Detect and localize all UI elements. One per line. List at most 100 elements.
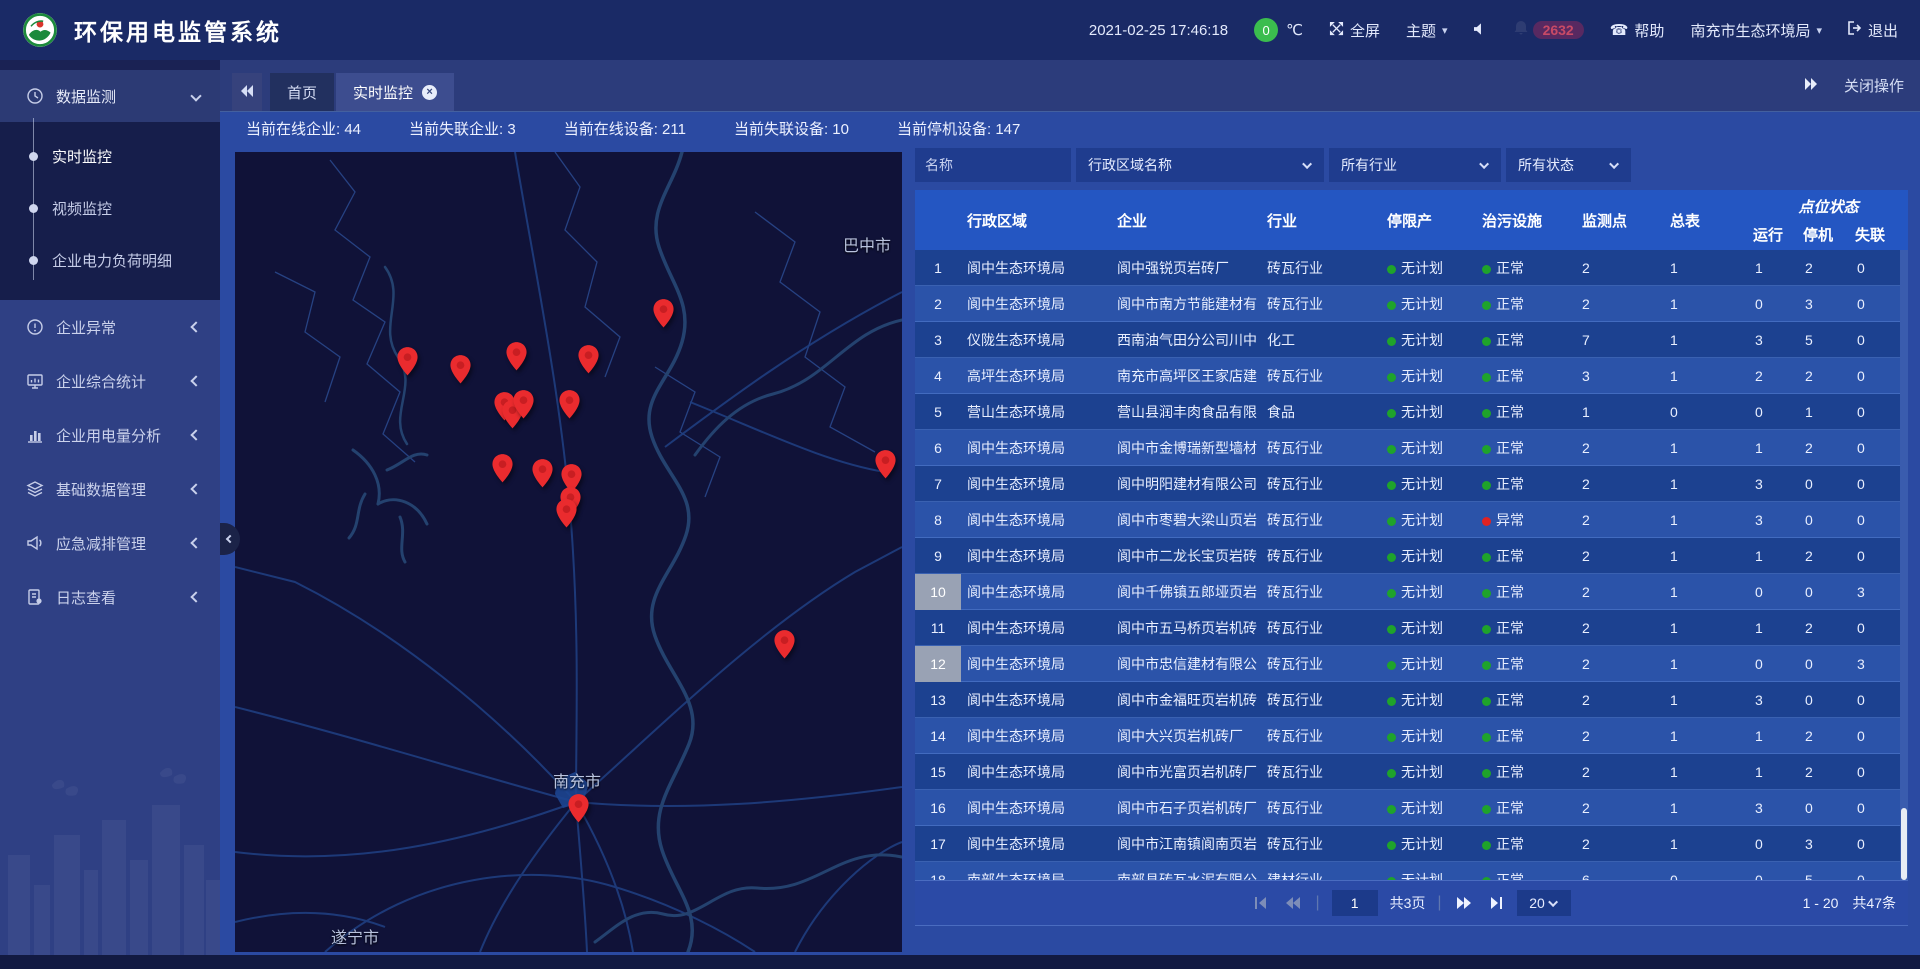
theme-button[interactable]: 主题 ▾ [1406, 20, 1448, 41]
tabs-scroll-left-button[interactable] [232, 73, 262, 111]
cell-total-meter: 1 [1664, 764, 1749, 780]
page-number-input[interactable] [1332, 890, 1378, 916]
status-dot-green-icon [1387, 841, 1396, 850]
cell-limit-production: 无计划 [1381, 726, 1476, 746]
map-pin-icon[interactable] [396, 346, 419, 377]
table-row[interactable]: 7阆中生态环境局阆中明阳建材有限公司砖瓦行业无计划正常21300 [915, 466, 1908, 502]
tabs-scroll-right-button[interactable] [1804, 78, 1818, 93]
map-pin-icon[interactable] [531, 458, 554, 489]
sidebar-subitem-power-load-detail[interactable]: 企业电力负荷明细 [0, 234, 220, 286]
mute-button[interactable] [1474, 22, 1487, 39]
map-pin-icon[interactable] [512, 389, 535, 420]
cell-limit-production: 无计划 [1381, 798, 1476, 818]
status-dot-green-icon [1387, 337, 1396, 346]
chevron-left-icon [190, 375, 201, 386]
map[interactable]: 巴中市南充市遂宁市 [235, 152, 902, 952]
sidebar-item-log-view[interactable]: 日志查看 [0, 570, 220, 624]
cell-facility: 正常 [1476, 402, 1576, 422]
table-row[interactable]: 3仪陇生态环境局西南油气田分公司川中化工无计划正常71350 [915, 322, 1908, 358]
col-enterprise: 企业 [1111, 190, 1261, 250]
logout-button[interactable]: 退出 [1848, 20, 1898, 41]
page-size-select[interactable]: 20 [1517, 890, 1571, 916]
table-scrollbar [1900, 250, 1908, 880]
table-row[interactable]: 14阆中生态环境局阆中大兴页岩机砖厂砖瓦行业无计划正常21120 [915, 718, 1908, 754]
cell-industry: 砖瓦行业 [1261, 654, 1381, 674]
sidebar-item-power-analysis[interactable]: 企业用电量分析 [0, 408, 220, 462]
scrollbar-thumb[interactable] [1901, 808, 1907, 880]
cell-facility: 正常 [1476, 726, 1576, 746]
map-pin-icon[interactable] [874, 449, 897, 480]
next-page-button[interactable] [1454, 895, 1474, 911]
org-menu[interactable]: 南充市生态环境局 ▾ [1690, 20, 1822, 41]
cell-limit-production: 无计划 [1381, 654, 1476, 674]
last-page-button[interactable] [1486, 895, 1505, 911]
table-row[interactable]: 8阆中生态环境局阆中市枣碧大梁山页岩砖瓦行业无计划异常21300 [915, 502, 1908, 538]
status-filter-select[interactable]: 所有状态 [1506, 148, 1631, 182]
sidebar-item-label: 基础数据管理 [56, 479, 146, 500]
sidebar-item-base-data[interactable]: 基础数据管理 [0, 462, 220, 516]
cell-limit-production: 无计划 [1381, 366, 1476, 386]
table-row[interactable]: 12阆中生态环境局阆中市忠信建材有限公砖瓦行业无计划正常21003 [915, 646, 1908, 682]
map-pin-icon[interactable] [652, 298, 675, 329]
tab-realtime-monitor[interactable]: 实时监控× [336, 73, 454, 111]
first-page-button[interactable] [1252, 895, 1271, 911]
close-operations-button[interactable]: 关闭操作 [1844, 75, 1904, 96]
table-row[interactable]: 13阆中生态环境局阆中市金福旺页岩机砖砖瓦行业无计划正常21300 [915, 682, 1908, 718]
map-pin-icon[interactable] [773, 629, 796, 660]
table-row[interactable]: 5营山生态环境局营山县润丰肉食品有限食品无计划正常10010 [915, 394, 1908, 430]
name-filter-input[interactable] [915, 148, 1071, 182]
map-pin-icon[interactable] [577, 344, 600, 375]
table-row[interactable]: 6阆中生态环境局阆中市金博瑞新型墙材砖瓦行业无计划正常21120 [915, 430, 1908, 466]
help-button[interactable]: ☎ 帮助 [1610, 20, 1665, 41]
cell-industry: 砖瓦行业 [1261, 582, 1381, 602]
table-row[interactable]: 18南部生态环境局南部县砖瓦水泥有限公建材行业无计划正常60050 [915, 862, 1908, 880]
stats-board-icon [26, 372, 44, 390]
table-row[interactable]: 11阆中生态环境局阆中市五马桥页岩机砖砖瓦行业无计划正常21120 [915, 610, 1908, 646]
table-row[interactable]: 16阆中生态环境局阆中市石子页岩机砖厂砖瓦行业无计划正常21300 [915, 790, 1908, 826]
map-pin-icon[interactable] [449, 354, 472, 385]
status-dot-green-icon [1482, 769, 1491, 778]
map-pin-icon[interactable] [491, 453, 514, 484]
sidebar-item-data-monitoring[interactable]: 数据监测 [0, 70, 220, 122]
table-row[interactable]: 2阆中生态环境局阆中市南方节能建材有砖瓦行业无计划正常21030 [915, 286, 1908, 322]
app-root: 环保用电监管系统 2021-02-25 17:46:18 0 ℃ 全屏 主题 ▾ [0, 0, 1920, 969]
footer-strip [0, 955, 1920, 969]
notifications-button[interactable]: 2632 [1513, 20, 1584, 40]
col-industry: 行业 [1261, 190, 1381, 250]
prev-page-button[interactable] [1283, 895, 1303, 911]
sidebar-subitem-video-monitor[interactable]: 视频监控 [0, 182, 220, 234]
col-offline: 失联 [1851, 218, 1908, 250]
status-dot-green-icon [1387, 445, 1396, 454]
fullscreen-button[interactable]: 全屏 [1329, 20, 1380, 41]
col-group-point-status: 点位状态 [1749, 190, 1908, 218]
table-row[interactable]: 4高坪生态环境局南充市高坪区王家店建砖瓦行业无计划正常31220 [915, 358, 1908, 394]
tab-home[interactable]: 首页 [270, 73, 334, 111]
map-pin-icon[interactable] [555, 498, 578, 529]
map-pin-icon[interactable] [505, 341, 528, 372]
region-filter-select[interactable]: 行政区域名称 [1076, 148, 1324, 182]
cell-industry: 砖瓦行业 [1261, 294, 1381, 314]
fullscreen-icon [1329, 21, 1344, 40]
tab-close-icon[interactable]: × [422, 85, 437, 100]
tree-dot-icon [29, 152, 38, 161]
cell-enterprise: 南充市高坪区王家店建 [1111, 366, 1261, 386]
industry-filter-select[interactable]: 所有行业 [1329, 148, 1501, 182]
stat-online-enterprises: 当前在线企业: 44 [246, 118, 361, 139]
table-row[interactable]: 9阆中生态环境局阆中市二龙长宝页岩砖砖瓦行业无计划正常21120 [915, 538, 1908, 574]
sidebar-item-enterprise-statistics[interactable]: 企业综合统计 [0, 354, 220, 408]
table-row[interactable]: 15阆中生态环境局阆中市光富页岩机砖厂砖瓦行业无计划正常21120 [915, 754, 1908, 790]
cell-region: 南部生态环境局 [961, 870, 1111, 880]
map-pin-icon[interactable] [567, 793, 590, 824]
table-row[interactable]: 1阆中生态环境局阆中强锐页岩砖厂砖瓦行业无计划正常21120 [915, 250, 1908, 286]
status-dot-green-icon [1387, 697, 1396, 706]
col-region: 行政区域 [961, 190, 1111, 250]
cell-limit-production: 无计划 [1381, 690, 1476, 710]
table-row[interactable]: 10阆中生态环境局阆中千佛镇五郎垭页岩砖瓦行业无计划正常21003 [915, 574, 1908, 610]
sidebar-item-enterprise-abnormal[interactable]: 企业异常 [0, 300, 220, 354]
table-row[interactable]: 17阆中生态环境局阆中市江南镇阆南页岩砖瓦行业无计划正常21030 [915, 826, 1908, 862]
sidebar-subitem-realtime-monitor[interactable]: 实时监控 [0, 130, 220, 182]
map-pin-icon[interactable] [558, 389, 581, 420]
stat-online-devices: 当前在线设备: 211 [564, 118, 686, 139]
cell-monitor-points: 2 [1576, 548, 1664, 564]
sidebar-item-emergency-reduction[interactable]: 应急减排管理 [0, 516, 220, 570]
